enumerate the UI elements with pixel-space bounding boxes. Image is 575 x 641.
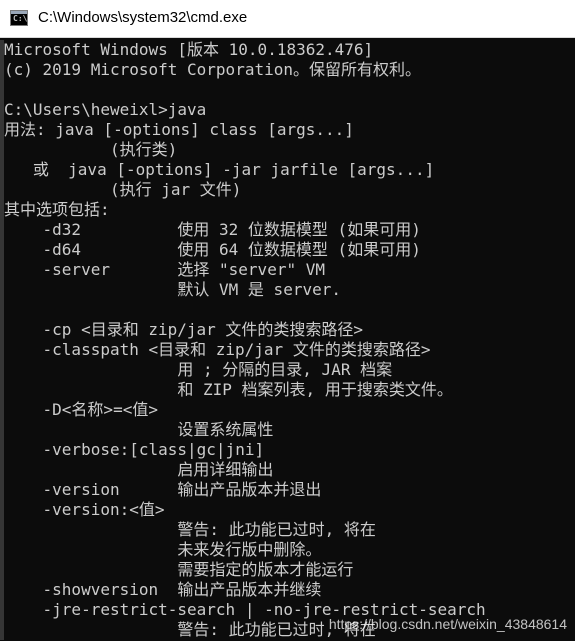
console-line: 设置系统属性 [4, 420, 274, 439]
console-line: 或 java [-options] -jar jarfile [args...] [4, 160, 435, 179]
console-line: -d32 使用 32 位数据模型 (如果可用) [4, 220, 421, 239]
console-line: 和 ZIP 档案列表, 用于搜索类文件。 [4, 380, 453, 399]
console-line: 警告: 此功能已过时, 将在 [4, 520, 376, 539]
console-line: -d64 使用 64 位数据模型 (如果可用) [4, 240, 421, 259]
console-line: -version 输出产品版本并退出 [4, 480, 322, 499]
title-bar[interactable]: C:\ C:\Windows\system32\cmd.exe [0, 0, 575, 38]
console-line: 默认 VM 是 server. [4, 280, 341, 299]
console-line: (c) 2019 Microsoft Corporation。保留所有权利。 [4, 60, 421, 79]
console-line: -verbose:[class|gc|jni] [4, 440, 265, 459]
console-line: (执行类) [4, 140, 178, 159]
console-output[interactable]: Microsoft Windows [版本 10.0.18362.476] (c)… [0, 38, 575, 641]
console-line: -showversion 输出产品版本并继续 [4, 580, 322, 599]
console-line: -classpath <目录和 zip/jar 文件的类搜索路径> [4, 340, 431, 359]
console-line: Microsoft Windows [版本 10.0.18362.476] [4, 40, 374, 59]
console-line: 启用详细输出 [4, 460, 274, 479]
console-line: 其中选项包括: [4, 200, 110, 219]
console-line: 警告: 此功能已过时, 将在 [4, 620, 376, 639]
console-line: 需要指定的版本才能运行 [4, 560, 354, 579]
console-line: (执行 jar 文件) [4, 180, 242, 199]
console-line: -server 选择 "server" VM [4, 260, 325, 279]
console-line: 用 ; 分隔的目录, JAR 档案 [4, 360, 393, 379]
background-window-edge [0, 300, 4, 320]
window-title: C:\Windows\system32\cmd.exe [38, 9, 248, 26]
console-line: -D<名称>=<值> [4, 400, 158, 419]
cmd-window: C:\ C:\Windows\system32\cmd.exe Microsof… [0, 0, 575, 641]
watermark-text: https://blog.csdn.net/weixin_43848614 [328, 616, 567, 632]
console-line: 用法: java [-options] class [args...] [4, 120, 354, 139]
console-line: 未来发行版中删除。 [4, 540, 322, 559]
console-line: C:\Users\heweixl>java [4, 100, 207, 119]
background-window-edge [0, 80, 4, 100]
cmd-console-icon: C:\ [10, 10, 28, 26]
console-line: -version:<值> [4, 500, 165, 519]
console-line: -cp <目录和 zip/jar 文件的类搜索路径> [4, 320, 364, 339]
